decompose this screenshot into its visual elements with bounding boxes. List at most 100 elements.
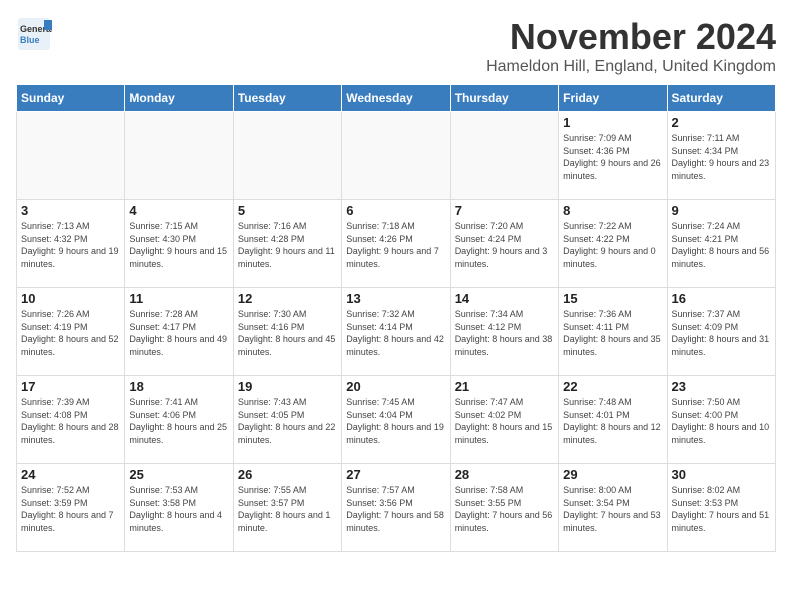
- day-number: 19: [238, 379, 337, 394]
- calendar-header-wednesday: Wednesday: [342, 85, 450, 112]
- calendar-cell: [450, 112, 558, 200]
- day-info: Sunrise: 7:26 AM Sunset: 4:19 PM Dayligh…: [21, 308, 120, 358]
- calendar-cell: 13 Sunrise: 7:32 AM Sunset: 4:14 PM Dayli…: [342, 288, 450, 376]
- calendar-header-sunday: Sunday: [17, 85, 125, 112]
- day-info: Sunrise: 8:00 AM Sunset: 3:54 PM Dayligh…: [563, 484, 662, 534]
- day-info: Sunrise: 7:32 AM Sunset: 4:14 PM Dayligh…: [346, 308, 445, 358]
- calendar-header-tuesday: Tuesday: [233, 85, 341, 112]
- day-number: 5: [238, 203, 337, 218]
- day-info: Sunrise: 8:02 AM Sunset: 3:53 PM Dayligh…: [672, 484, 771, 534]
- day-number: 4: [129, 203, 228, 218]
- day-number: 13: [346, 291, 445, 306]
- day-number: 8: [563, 203, 662, 218]
- week-row-2: 3 Sunrise: 7:13 AM Sunset: 4:32 PM Daylig…: [17, 200, 776, 288]
- calendar-cell: [125, 112, 233, 200]
- day-number: 23: [672, 379, 771, 394]
- calendar-cell: 7 Sunrise: 7:20 AM Sunset: 4:24 PM Daylig…: [450, 200, 558, 288]
- calendar-cell: 25 Sunrise: 7:53 AM Sunset: 3:58 PM Dayli…: [125, 464, 233, 552]
- day-number: 11: [129, 291, 228, 306]
- month-title: November 2024: [486, 16, 776, 58]
- calendar-cell: 2Sunrise: 7:11 AM Sunset: 4:34 PM Daylig…: [667, 112, 775, 200]
- day-number: 20: [346, 379, 445, 394]
- day-info: Sunrise: 7:15 AM Sunset: 4:30 PM Dayligh…: [129, 220, 228, 270]
- day-info: Sunrise: 7:47 AM Sunset: 4:02 PM Dayligh…: [455, 396, 554, 446]
- day-number: 9: [672, 203, 771, 218]
- day-info: Sunrise: 7:20 AM Sunset: 4:24 PM Dayligh…: [455, 220, 554, 270]
- day-info: Sunrise: 7:50 AM Sunset: 4:00 PM Dayligh…: [672, 396, 771, 446]
- day-number: 7: [455, 203, 554, 218]
- day-number: 1: [563, 115, 662, 130]
- calendar-cell: 20 Sunrise: 7:45 AM Sunset: 4:04 PM Dayli…: [342, 376, 450, 464]
- calendar-cell: 19 Sunrise: 7:43 AM Sunset: 4:05 PM Dayli…: [233, 376, 341, 464]
- calendar-cell: 28 Sunrise: 7:58 AM Sunset: 3:55 PM Dayli…: [450, 464, 558, 552]
- day-info: Sunrise: 7:55 AM Sunset: 3:57 PM Dayligh…: [238, 484, 337, 534]
- day-info: Sunrise: 7:28 AM Sunset: 4:17 PM Dayligh…: [129, 308, 228, 358]
- calendar-cell: 3 Sunrise: 7:13 AM Sunset: 4:32 PM Daylig…: [17, 200, 125, 288]
- calendar-header-monday: Monday: [125, 85, 233, 112]
- calendar-header-friday: Friday: [559, 85, 667, 112]
- day-number: 12: [238, 291, 337, 306]
- calendar-cell: 6 Sunrise: 7:18 AM Sunset: 4:26 PM Daylig…: [342, 200, 450, 288]
- calendar-cell: 24Sunrise: 7:52 AM Sunset: 3:59 PM Dayli…: [17, 464, 125, 552]
- calendar-cell: 4 Sunrise: 7:15 AM Sunset: 4:30 PM Daylig…: [125, 200, 233, 288]
- day-number: 28: [455, 467, 554, 482]
- day-info: Sunrise: 7:48 AM Sunset: 4:01 PM Dayligh…: [563, 396, 662, 446]
- calendar-table: SundayMondayTuesdayWednesdayThursdayFrid…: [16, 84, 776, 552]
- day-info: Sunrise: 7:36 AM Sunset: 4:11 PM Dayligh…: [563, 308, 662, 358]
- calendar-cell: 1 Sunrise: 7:09 AM Sunset: 4:36 PM Daylig…: [559, 112, 667, 200]
- calendar-cell: 29 Sunrise: 8:00 AM Sunset: 3:54 PM Dayli…: [559, 464, 667, 552]
- calendar-cell: [342, 112, 450, 200]
- calendar-cell: 15Sunrise: 7:36 AM Sunset: 4:11 PM Dayli…: [559, 288, 667, 376]
- day-number: 10: [21, 291, 120, 306]
- day-info: Sunrise: 7:18 AM Sunset: 4:26 PM Dayligh…: [346, 220, 445, 270]
- calendar-cell: 14 Sunrise: 7:34 AM Sunset: 4:12 PM Dayli…: [450, 288, 558, 376]
- day-info: Sunrise: 7:43 AM Sunset: 4:05 PM Dayligh…: [238, 396, 337, 446]
- day-number: 29: [563, 467, 662, 482]
- day-info: Sunrise: 7:30 AM Sunset: 4:16 PM Dayligh…: [238, 308, 337, 358]
- calendar-cell: 21Sunrise: 7:47 AM Sunset: 4:02 PM Dayli…: [450, 376, 558, 464]
- week-row-4: 17 Sunrise: 7:39 AM Sunset: 4:08 PM Dayli…: [17, 376, 776, 464]
- calendar-cell: [17, 112, 125, 200]
- day-info: Sunrise: 7:09 AM Sunset: 4:36 PM Dayligh…: [563, 132, 662, 182]
- day-info: Sunrise: 7:16 AM Sunset: 4:28 PM Dayligh…: [238, 220, 337, 270]
- calendar-cell: 16Sunrise: 7:37 AM Sunset: 4:09 PM Dayli…: [667, 288, 775, 376]
- day-number: 25: [129, 467, 228, 482]
- day-info: Sunrise: 7:53 AM Sunset: 3:58 PM Dayligh…: [129, 484, 228, 534]
- calendar-cell: 23 Sunrise: 7:50 AM Sunset: 4:00 PM Dayli…: [667, 376, 775, 464]
- calendar-cell: 11 Sunrise: 7:28 AM Sunset: 4:17 PM Dayli…: [125, 288, 233, 376]
- calendar-cell: 30 Sunrise: 8:02 AM Sunset: 3:53 PM Dayli…: [667, 464, 775, 552]
- day-number: 22: [563, 379, 662, 394]
- day-info: Sunrise: 7:45 AM Sunset: 4:04 PM Dayligh…: [346, 396, 445, 446]
- day-number: 30: [672, 467, 771, 482]
- calendar-cell: 22 Sunrise: 7:48 AM Sunset: 4:01 PM Dayli…: [559, 376, 667, 464]
- day-info: Sunrise: 7:13 AM Sunset: 4:32 PM Dayligh…: [21, 220, 120, 270]
- location-title: Hameldon Hill, England, United Kingdom: [486, 58, 776, 76]
- calendar-cell: 5 Sunrise: 7:16 AM Sunset: 4:28 PM Daylig…: [233, 200, 341, 288]
- calendar-cell: [233, 112, 341, 200]
- calendar-cell: 27Sunrise: 7:57 AM Sunset: 3:56 PM Dayli…: [342, 464, 450, 552]
- calendar-cell: 18Sunrise: 7:41 AM Sunset: 4:06 PM Dayli…: [125, 376, 233, 464]
- title-section: November 2024 Hameldon Hill, England, Un…: [486, 16, 776, 76]
- week-row-1: 1 Sunrise: 7:09 AM Sunset: 4:36 PM Daylig…: [17, 112, 776, 200]
- calendar-cell: 9 Sunrise: 7:24 AM Sunset: 4:21 PM Daylig…: [667, 200, 775, 288]
- day-number: 17: [21, 379, 120, 394]
- calendar-cell: 10 Sunrise: 7:26 AM Sunset: 4:19 PM Dayli…: [17, 288, 125, 376]
- header: General Blue November 2024 Hameldon Hill…: [16, 16, 776, 76]
- day-number: 16: [672, 291, 771, 306]
- day-info: Sunrise: 7:39 AM Sunset: 4:08 PM Dayligh…: [21, 396, 120, 446]
- day-number: 3: [21, 203, 120, 218]
- day-info: Sunrise: 7:24 AM Sunset: 4:21 PM Dayligh…: [672, 220, 771, 270]
- svg-text:Blue: Blue: [20, 35, 40, 45]
- day-info: Sunrise: 7:41 AM Sunset: 4:06 PM Dayligh…: [129, 396, 228, 446]
- day-number: 14: [455, 291, 554, 306]
- week-row-3: 10 Sunrise: 7:26 AM Sunset: 4:19 PM Dayli…: [17, 288, 776, 376]
- day-number: 6: [346, 203, 445, 218]
- day-info: Sunrise: 7:52 AM Sunset: 3:59 PM Dayligh…: [21, 484, 120, 534]
- day-number: 27: [346, 467, 445, 482]
- calendar-cell: 26Sunrise: 7:55 AM Sunset: 3:57 PM Dayli…: [233, 464, 341, 552]
- day-info: Sunrise: 7:58 AM Sunset: 3:55 PM Dayligh…: [455, 484, 554, 534]
- calendar-header-saturday: Saturday: [667, 85, 775, 112]
- day-info: Sunrise: 7:34 AM Sunset: 4:12 PM Dayligh…: [455, 308, 554, 358]
- calendar-cell: 17 Sunrise: 7:39 AM Sunset: 4:08 PM Dayli…: [17, 376, 125, 464]
- day-info: Sunrise: 7:11 AM Sunset: 4:34 PM Dayligh…: [672, 132, 771, 182]
